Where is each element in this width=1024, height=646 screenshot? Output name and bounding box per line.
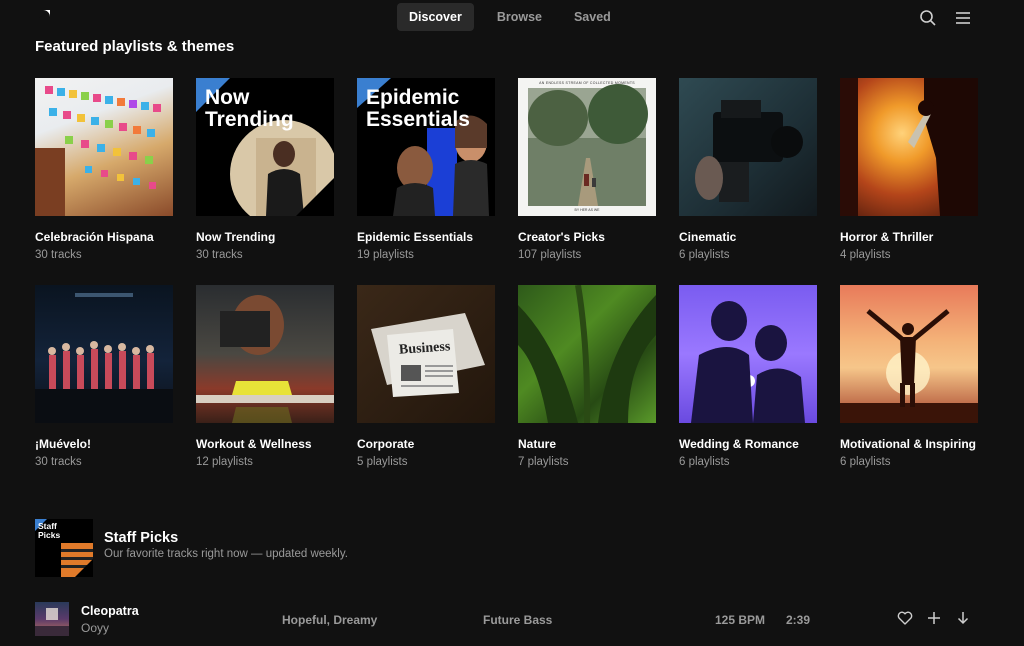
playlist-cover: Business [357, 285, 495, 423]
cover-caption-bottom: BY HER AS WE [574, 208, 600, 212]
playlist-count: 6 playlists [679, 456, 730, 468]
playlist-title: Cinematic [679, 230, 737, 244]
playlist-card-cinematic[interactable]: Cinematic 6 playlists [679, 78, 817, 261]
tab-discover[interactable]: Discover [397, 3, 474, 31]
track-duration: 2:39 [786, 613, 811, 627]
playlist-cover: AN ENDLESS STREAM OF COLLECTED MOMENTS B… [518, 78, 656, 216]
tab-saved[interactable]: Saved [562, 3, 623, 31]
playlist-title: ¡Muévelo! [35, 437, 92, 451]
playlist-card-creators-picks[interactable]: AN ENDLESS STREAM OF COLLECTED MOMENTS B… [518, 78, 656, 261]
playlist-cover [840, 285, 978, 423]
playlist-count: 107 playlists [518, 249, 582, 261]
staff-picks-cover-text: Staff Picks [38, 521, 61, 540]
playlist-count: 19 playlists [357, 249, 414, 261]
playlist-card-workout-wellness[interactable]: Workout & Wellness 12 playlists [196, 285, 334, 468]
playlist-title: Epidemic Essentials [357, 230, 474, 244]
cover-overlay-text: Epidemic Essentials [366, 86, 470, 131]
playlist-cover [35, 285, 173, 423]
staff-picks-title: Staff Picks [104, 530, 179, 546]
playlist-count: 30 tracks [35, 249, 82, 261]
playlist-title: Now Trending [196, 230, 276, 244]
playlist-card-nature[interactable]: Nature 7 playlists [518, 285, 656, 468]
playlist-count: 6 playlists [679, 249, 730, 261]
section-title-featured: Featured playlists & themes [35, 38, 235, 55]
staff-picks-subtitle: Our favorite tracks right now — updated … [104, 548, 348, 560]
track-title[interactable]: Cleopatra [81, 604, 139, 618]
playlist-card-corporate[interactable]: Business Corporate 5 playlists [357, 285, 495, 468]
staff-picks-cover[interactable]: Staff Picks [35, 519, 93, 577]
playlist-title: Creator's Picks [518, 230, 605, 244]
cover-overlay-text: Now Trending [205, 86, 294, 131]
playlist-title: Nature [518, 437, 557, 451]
playlist-card-horror-thriller[interactable]: Horror & Thriller 4 playlists [840, 78, 978, 261]
playlist-cover [840, 78, 978, 216]
playlist-count: 12 playlists [196, 456, 253, 468]
playlist-cover [196, 285, 334, 423]
playlist-cover: Now Trending [196, 78, 334, 216]
hamburger-menu-icon[interactable] [954, 9, 972, 27]
playlist-title: Wedding & Romance [679, 437, 799, 451]
playlist-title: Celebración Hispana [35, 230, 154, 244]
track-bpm: 125 BPM [715, 613, 766, 627]
heart-icon[interactable] [897, 610, 913, 626]
playlist-card-motivational-inspiring[interactable]: Motivational & Inspiring 6 playlists [840, 285, 978, 468]
playlist-card-celebracion-hispana[interactable]: Celebración Hispana 30 tracks [35, 78, 173, 261]
playlist-count: 7 playlists [518, 456, 569, 468]
plus-icon[interactable] [926, 610, 942, 626]
playlist-card-now-trending[interactable]: Now Trending Now Trending 30 tracks [196, 78, 334, 261]
search-icon[interactable] [919, 9, 937, 27]
playlist-count: 6 playlists [840, 456, 891, 468]
tab-browse[interactable]: Browse [485, 3, 554, 31]
playlist-card-wedding-romance[interactable]: Wedding & Romance 6 playlists [679, 285, 817, 468]
track-row[interactable]: Cleopatra Ooyy Hopeful, Dreamy Future Ba… [0, 598, 1024, 638]
playlist-title: Motivational & Inspiring [840, 437, 977, 451]
download-icon[interactable] [955, 610, 971, 626]
playlist-cover [35, 78, 173, 216]
playlist-cover [679, 78, 817, 216]
brand-logo-icon[interactable] [34, 8, 52, 26]
track-genre[interactable]: Future Bass [483, 613, 552, 627]
track-mood[interactable]: Hopeful, Dreamy [282, 613, 377, 627]
playlist-count: 5 playlists [357, 456, 408, 468]
playlist-card-epidemic-essentials[interactable]: Epidemic Essentials Epidemic Essentials … [357, 78, 495, 261]
playlist-cover: Epidemic Essentials [357, 78, 495, 216]
playlist-cover [679, 285, 817, 423]
playlist-count: 30 tracks [35, 456, 82, 468]
playlist-cover [518, 285, 656, 423]
playlist-title: Corporate [357, 437, 415, 451]
playlist-count: 4 playlists [840, 249, 891, 261]
playlist-count: 30 tracks [196, 249, 243, 261]
playlist-card-muevelo[interactable]: ¡Muévelo! 30 tracks [35, 285, 173, 468]
playlist-title: Horror & Thriller [840, 230, 934, 244]
track-artist[interactable]: Ooyy [81, 621, 109, 635]
playlist-title: Workout & Wellness [196, 437, 312, 451]
main-nav: Discover Browse Saved [397, 3, 623, 31]
track-artwork[interactable] [35, 602, 69, 636]
top-bar: Discover Browse Saved [0, 0, 1024, 36]
